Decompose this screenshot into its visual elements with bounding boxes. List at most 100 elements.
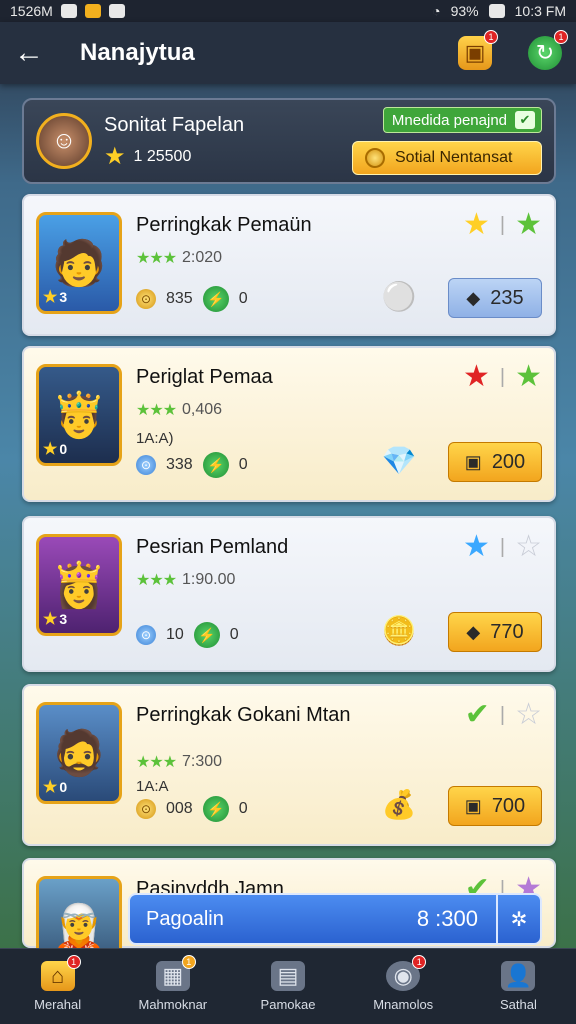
rating-stars-icon: ★★★ xyxy=(136,402,177,419)
avatar[interactable]: ☺ xyxy=(36,113,92,169)
portrait-badge: ★ 3 xyxy=(43,289,68,306)
status-bar: 1526M ◔ 93% 10:3 FM xyxy=(0,0,576,22)
rank-star-icon[interactable]: ☆ xyxy=(515,532,542,562)
card-title: Periglat Pemaa xyxy=(136,366,273,388)
coins-icon: 🪙 xyxy=(381,614,417,646)
leaderboard-card[interactable]: 👸 ★ 3 Pesrian Pemland ★★★ 1:90.00 ⊙ 10 ⚡ … xyxy=(22,516,556,672)
check-icon[interactable]: ✔ xyxy=(465,700,490,730)
game-notification-icon xyxy=(84,4,101,18)
nav-label: Merahal xyxy=(34,997,82,1012)
coin-icon xyxy=(365,148,385,168)
portrait-badge: ★ 3 xyxy=(43,611,68,628)
nav-item-home[interactable]: ⌂ 1 Merahal xyxy=(0,949,115,1024)
page-title: Nanajytua xyxy=(80,39,195,66)
profile-panel: ☺ Sonitat Fapelan ★ 1 25500 Mnedida pena… xyxy=(22,98,556,184)
book-icon: ▤ xyxy=(271,961,305,991)
lightning-icon: ⚡ xyxy=(202,796,229,822)
green-action-button[interactable]: Mnedida penajnd ✔ xyxy=(382,107,542,133)
card-rating: ★★★ 1:90.00 xyxy=(136,571,236,589)
favorite-star-icon[interactable]: ★ xyxy=(463,362,490,392)
profile-name: Sonitat Fapelan xyxy=(104,113,245,136)
reward-button[interactable]: ◆ 235 xyxy=(448,278,542,318)
nav-label: Mahmoknar xyxy=(138,997,208,1012)
blue-coin-icon: ⊙ xyxy=(136,625,156,645)
gem-icon: ◆ xyxy=(466,287,481,308)
notification-badge: 1 xyxy=(181,955,196,969)
nav-item-image[interactable]: ▦ 1 Mahmoknar xyxy=(115,949,230,1024)
gold-coin-icon: ⊙ xyxy=(136,289,156,309)
green-button-label: Mnedida penajnd xyxy=(391,111,507,129)
card-title: Perringkak Gokani Mtan xyxy=(136,704,351,726)
app-bar: ← Nanajytua ▣ 1 ↻ 1 xyxy=(0,22,576,84)
treasure-icon: 💰 xyxy=(381,788,417,820)
card-subtext: 1A:A) xyxy=(136,430,174,447)
card-title: Pesrian Pemland xyxy=(136,536,289,558)
message-icon xyxy=(108,4,125,18)
nav-label: Pamokae xyxy=(260,997,316,1012)
card-rating: ★★★ 0,406 xyxy=(136,401,223,419)
chat-icon: ◉ 1 xyxy=(386,955,427,991)
rating-stars-icon: ★★★ xyxy=(136,754,177,771)
rank-star-icon[interactable]: ★ xyxy=(515,210,542,240)
gold-coin-icon: ⊙ xyxy=(136,799,156,819)
back-arrow-icon[interactable]: ← xyxy=(14,36,54,70)
blue-coin-icon: ⊙ xyxy=(136,455,156,475)
reward-button[interactable]: ▣ 200 xyxy=(448,442,542,482)
lightning-icon: ⚡ xyxy=(193,622,220,648)
nav-label: Sathal xyxy=(499,997,537,1012)
player-portrait: 👸 ★ 3 xyxy=(36,534,122,636)
card-stats: ⊙ 10 ⚡ 0 xyxy=(136,622,239,648)
overlay-value: 8 :300 xyxy=(416,906,478,931)
chest-icon[interactable]: ▣ 1 xyxy=(458,30,498,70)
status-time-left: 1526M xyxy=(10,3,53,19)
favorite-star-icon[interactable]: ★ xyxy=(463,532,490,562)
favorite-star-icon[interactable]: ★ xyxy=(463,210,490,240)
leaderboard-card[interactable]: 🤴 ★ 0 Periglat Pemaa ★★★ 0,406 1A:A) ⊙ 33… xyxy=(22,346,556,502)
notification-badge: 1 xyxy=(66,955,81,969)
card-rating: ★★★ 2:020 xyxy=(136,249,223,267)
leaderboard-card[interactable]: 🧑 ★ 3 Perringkak Pemaün ★★★ 2:020 ⊙ 835 ⚡… xyxy=(22,194,556,336)
rank-star-icon[interactable]: ☆ xyxy=(515,700,542,730)
player-portrait: 🤴 ★ 0 xyxy=(36,364,122,466)
player-portrait: 🧔 ★ 0 xyxy=(36,702,122,804)
gem-icon: ⚪ xyxy=(381,280,417,312)
treasure-icon: 💎 xyxy=(381,444,417,476)
reward-button[interactable]: ▣ 700 xyxy=(448,786,542,826)
overlay-label: Pagoalin xyxy=(146,907,224,930)
check-icon: ✔ xyxy=(515,111,535,129)
user-icon: 👤 xyxy=(501,961,536,991)
portrait-badge: ★ 0 xyxy=(43,779,68,796)
card-stats: ⊙ 338 ⚡ 0 xyxy=(136,452,248,478)
image-icon: ▦ 1 xyxy=(155,955,196,991)
profile-score: ★ 1 25500 xyxy=(104,144,244,169)
card-stats: ⊙ 008 ⚡ 0 xyxy=(136,796,248,822)
chest-icon: ▣ xyxy=(464,451,482,472)
rating-stars-icon: ★★★ xyxy=(136,572,177,589)
settings-icon[interactable]: ✲ xyxy=(496,895,540,943)
battery-icon xyxy=(488,4,505,18)
player-portrait: 🧑 ★ 3 xyxy=(36,212,122,314)
nav-item-chat[interactable]: ◉ 1 Mnamolos xyxy=(346,949,461,1024)
progress-overlay[interactable]: Pagoalin 8 :300 ✲ xyxy=(128,893,542,945)
score-value: 1 25500 xyxy=(133,147,192,165)
gem-icon: ◆ xyxy=(466,621,481,642)
card-title: Perringkak Pemaün xyxy=(136,214,312,236)
chest-icon: ▣ xyxy=(464,795,482,816)
leaderboard-card[interactable]: 🧔 ★ 0 Perringkak Gokani Mtan ★★★ 7:300 1A… xyxy=(22,684,556,846)
social-button[interactable]: Sotial Nentansat xyxy=(352,141,542,175)
bottom-navigation: ⌂ 1 Merahal ▦ 1 Mahmoknar ▤ Pamokae ◉ 1 … xyxy=(0,948,576,1024)
card-subtext: 1A:A xyxy=(136,778,169,795)
nav-item-book[interactable]: ▤ Pamokae xyxy=(230,949,345,1024)
home-icon: ⌂ 1 xyxy=(40,955,81,991)
nav-item-profile[interactable]: 👤 Sathal xyxy=(461,949,576,1024)
rank-star-icon[interactable]: ★ xyxy=(515,362,542,392)
social-button-label: Sotial Nentansat xyxy=(395,149,513,166)
reward-button[interactable]: ◆ 770 xyxy=(448,612,542,652)
notification-icon xyxy=(60,4,77,18)
card-rating: ★★★ 7:300 xyxy=(136,753,223,771)
lightning-icon: ⚡ xyxy=(202,286,229,312)
refresh-icon[interactable]: ↻ 1 xyxy=(528,30,568,70)
rating-stars-icon: ★★★ xyxy=(136,250,177,267)
notification-badge: 1 xyxy=(554,30,568,44)
nav-label: Mnamolos xyxy=(373,997,434,1012)
